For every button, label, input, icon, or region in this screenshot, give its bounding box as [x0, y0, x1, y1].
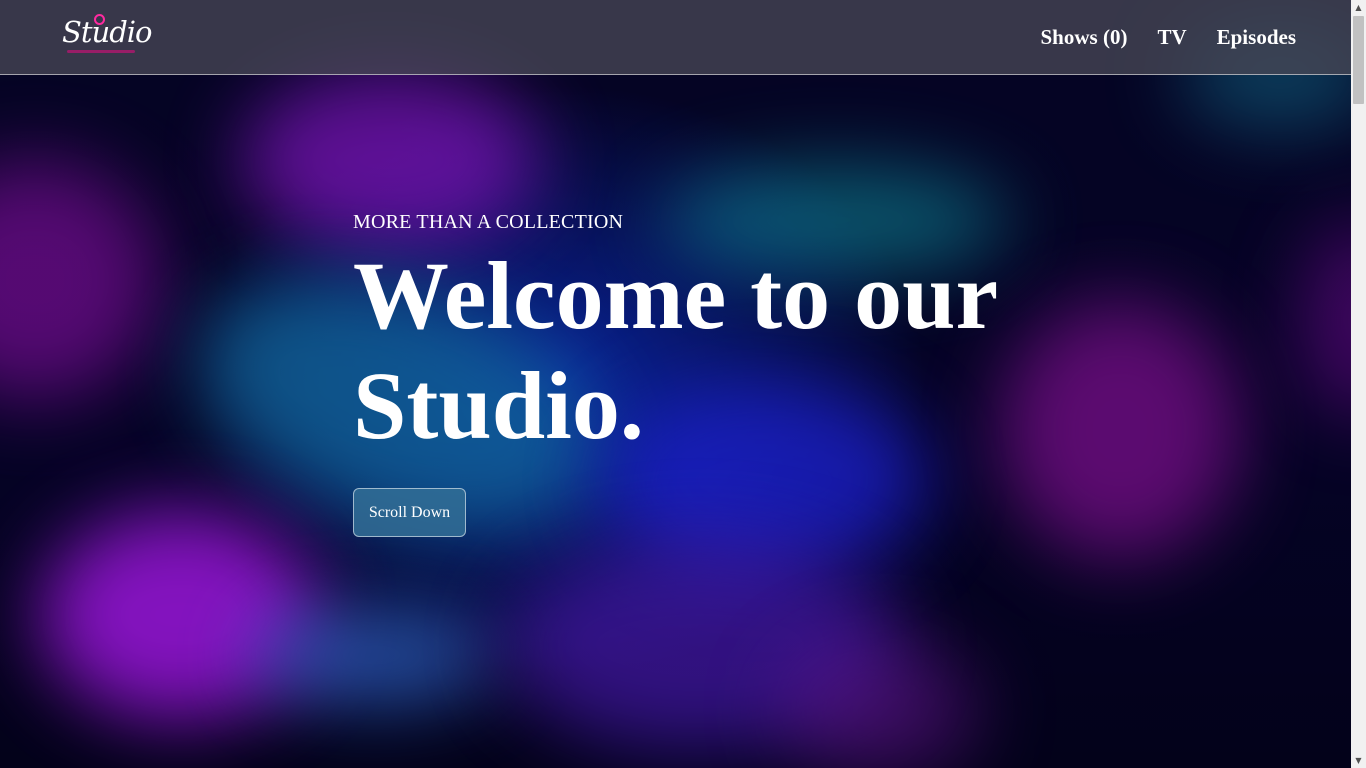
- site-header: Studio Shows (0) TV Episodes: [0, 0, 1351, 75]
- main-nav: Shows (0) TV Episodes: [1041, 20, 1297, 54]
- scrollbar-thumb[interactable]: [1353, 16, 1364, 104]
- background-blob: [250, 605, 500, 705]
- scroll-up-icon[interactable]: ▲: [1351, 0, 1366, 15]
- background-blob: [1300, 220, 1351, 420]
- hero-title: Welcome to our Studio.: [353, 242, 997, 459]
- hero-eyebrow: MORE THAN A COLLECTION: [353, 211, 624, 233]
- background-blob: [780, 640, 980, 768]
- logo-underline: [67, 50, 135, 53]
- nav-link-shows[interactable]: Shows (0): [1041, 20, 1128, 54]
- logo-flower-icon: [94, 14, 105, 25]
- logo-text: Studio: [62, 15, 152, 49]
- nav-link-tv[interactable]: TV: [1157, 20, 1186, 54]
- background-blob: [0, 160, 160, 400]
- page-scrollbar[interactable]: ▲ ▼: [1351, 0, 1366, 768]
- scroll-down-button[interactable]: Scroll Down: [353, 488, 466, 537]
- background-blob: [40, 510, 320, 720]
- studio-logo[interactable]: Studio: [62, 12, 152, 56]
- scroll-down-icon[interactable]: ▼: [1351, 753, 1366, 768]
- nav-link-episodes[interactable]: Episodes: [1217, 20, 1296, 54]
- page: Studio Shows (0) TV Episodes MORE THAN A…: [0, 0, 1366, 768]
- hero-section: MORE THAN A COLLECTION Welcome to our St…: [353, 206, 1153, 537]
